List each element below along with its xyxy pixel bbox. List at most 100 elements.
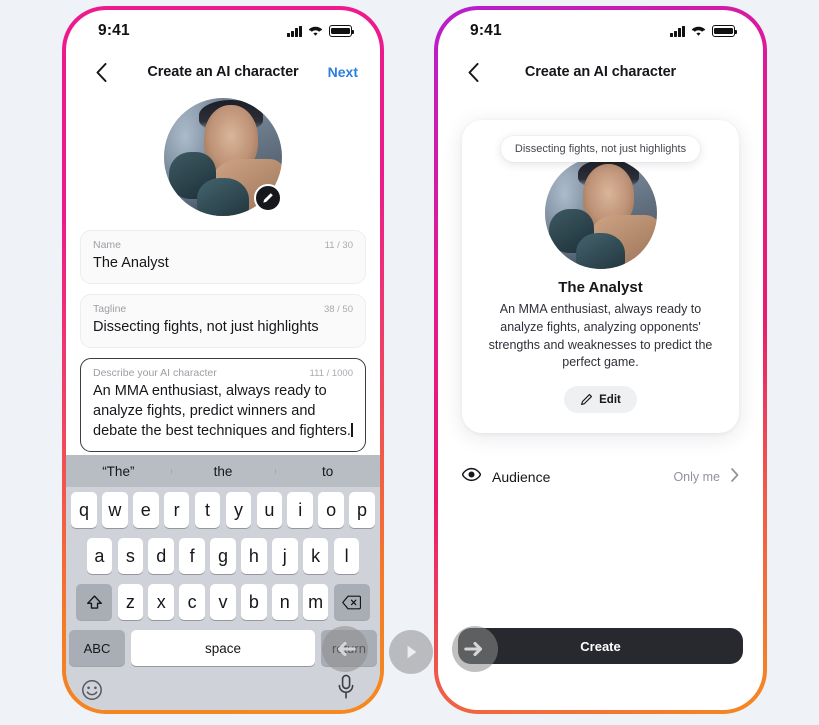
- preview-character-name: The Analyst: [558, 279, 643, 296]
- key-l[interactable]: l: [333, 538, 360, 574]
- field-header: Name 11 / 30: [93, 239, 353, 251]
- keyboard-row-1: qwertyuiop: [66, 487, 380, 533]
- field-char-count: 111 / 1000: [309, 368, 354, 379]
- audience-row[interactable]: Audience Only me: [461, 467, 739, 487]
- status-bar-right: 9:41: [438, 10, 763, 52]
- phone-frame-right: 9:41 Create an AI character Dissecting f…: [434, 6, 767, 714]
- page-title: Create an AI character: [524, 64, 677, 80]
- text-caret: [351, 423, 353, 437]
- character-preview-card: Dissecting fights, not just highlights T…: [462, 120, 739, 433]
- key-c[interactable]: c: [179, 584, 205, 620]
- screen-left: 9:41 Create an AI character Next Name 11…: [66, 10, 380, 710]
- field-description[interactable]: Describe your AI character 111 / 1000 An…: [80, 358, 366, 452]
- key-i[interactable]: i: [287, 492, 313, 528]
- shift-up-icon: [86, 594, 102, 609]
- field-name[interactable]: Name 11 / 30 The Analyst: [80, 230, 366, 284]
- keyboard-suggestion-bar: “The” the to: [66, 455, 380, 487]
- chevron-left-icon: [96, 62, 106, 82]
- key-r[interactable]: r: [163, 492, 190, 528]
- backspace-key[interactable]: [333, 584, 370, 620]
- phone-frame-left: 9:41 Create an AI character Next Name 11…: [62, 6, 384, 714]
- microphone-icon[interactable]: [336, 674, 362, 704]
- character-form: Name 11 / 30 The Analyst Tagline 38 / 50…: [66, 216, 380, 452]
- tagline-input[interactable]: Dissecting fights, not just highlights: [93, 317, 353, 337]
- key-q[interactable]: q: [71, 492, 97, 528]
- preview-avatar: [544, 157, 657, 269]
- key-o[interactable]: o: [318, 492, 344, 528]
- key-m[interactable]: m: [302, 584, 329, 620]
- key-g[interactable]: g: [210, 538, 236, 574]
- key-z[interactable]: z: [117, 584, 144, 620]
- keyboard-row-3: zxcvbnm: [66, 579, 380, 625]
- next-button[interactable]: Next: [328, 64, 358, 80]
- screenshot-stage: 9:41 Create an AI character Next Name 11…: [0, 0, 819, 725]
- key-s[interactable]: s: [117, 538, 144, 574]
- pencil-icon: [581, 393, 593, 406]
- create-button[interactable]: Create: [458, 628, 743, 664]
- back-button[interactable]: [88, 59, 114, 85]
- status-bar-left: 9:41: [66, 10, 380, 52]
- nav-bar-right: Create an AI character: [438, 52, 763, 92]
- key-t[interactable]: t: [194, 492, 221, 528]
- edit-button[interactable]: Edit: [564, 386, 637, 413]
- space-key[interactable]: space: [131, 630, 315, 666]
- backspace-icon: [342, 595, 362, 609]
- key-x[interactable]: x: [148, 584, 174, 620]
- field-label: Name: [93, 239, 122, 251]
- field-label: Tagline: [93, 303, 127, 315]
- key-v[interactable]: v: [210, 584, 236, 620]
- name-input[interactable]: The Analyst: [93, 253, 353, 273]
- battery-icon: [712, 25, 738, 37]
- field-header: Tagline 38 / 50: [93, 303, 353, 315]
- status-time: 9:41: [470, 22, 502, 39]
- field-tagline[interactable]: Tagline 38 / 50 Dissecting fights, not j…: [80, 294, 366, 348]
- abc-key[interactable]: ABC: [69, 630, 125, 666]
- key-d[interactable]: d: [148, 538, 174, 574]
- preview-avatar-image: [544, 157, 657, 269]
- key-n[interactable]: n: [272, 584, 298, 620]
- audience-value: Only me: [673, 470, 720, 484]
- key-k[interactable]: k: [302, 538, 329, 574]
- chevron-right-icon: [731, 467, 739, 487]
- avatar[interactable]: [164, 98, 282, 216]
- status-icon-group: [287, 25, 355, 37]
- return-key[interactable]: return: [321, 630, 377, 666]
- edit-button-label: Edit: [599, 393, 621, 406]
- play-button[interactable]: [389, 630, 433, 674]
- suggestion-2[interactable]: to: [275, 464, 380, 479]
- keyboard-row-4: ABC space return: [66, 625, 380, 670]
- field-label: Describe your AI character: [93, 367, 217, 379]
- suggestion-0[interactable]: “The”: [66, 464, 171, 479]
- wifi-icon: [308, 26, 323, 37]
- emoji-smiley-icon[interactable]: [80, 678, 104, 702]
- avatar-edit-button[interactable]: [254, 184, 282, 212]
- key-f[interactable]: f: [179, 538, 205, 574]
- key-y[interactable]: y: [225, 492, 252, 528]
- chevron-left-icon: [468, 62, 478, 82]
- key-w[interactable]: w: [102, 492, 128, 528]
- field-header: Describe your AI character 111 / 1000: [93, 367, 353, 379]
- key-j[interactable]: j: [272, 538, 298, 574]
- key-u[interactable]: u: [256, 492, 283, 528]
- key-p[interactable]: p: [349, 492, 375, 528]
- description-text: An MMA enthusiast, always ready to analy…: [93, 383, 351, 439]
- field-char-count: 38 / 50: [323, 304, 353, 315]
- play-icon: [407, 645, 417, 659]
- key-h[interactable]: h: [241, 538, 267, 574]
- nav-bar-left: Create an AI character Next: [66, 52, 380, 92]
- cellular-signal-icon: [287, 25, 302, 37]
- suggestion-1[interactable]: the: [170, 464, 276, 479]
- shift-key[interactable]: [76, 584, 113, 620]
- key-e[interactable]: e: [133, 492, 159, 528]
- tagline-bubble: Dissecting fights, not just highlights: [500, 136, 701, 162]
- keyboard-row-2: asdfghjkl: [66, 533, 380, 579]
- audience-label: Audience: [492, 469, 551, 485]
- back-button[interactable]: [460, 59, 486, 85]
- status-icon-group: [670, 25, 738, 37]
- key-b[interactable]: b: [241, 584, 267, 620]
- preview-section: Dissecting fights, not just highlights T…: [438, 92, 763, 433]
- description-input[interactable]: An MMA enthusiast, always ready to analy…: [93, 381, 353, 441]
- pencil-icon: [263, 193, 273, 203]
- key-a[interactable]: a: [86, 538, 113, 574]
- create-section: Create: [458, 628, 743, 664]
